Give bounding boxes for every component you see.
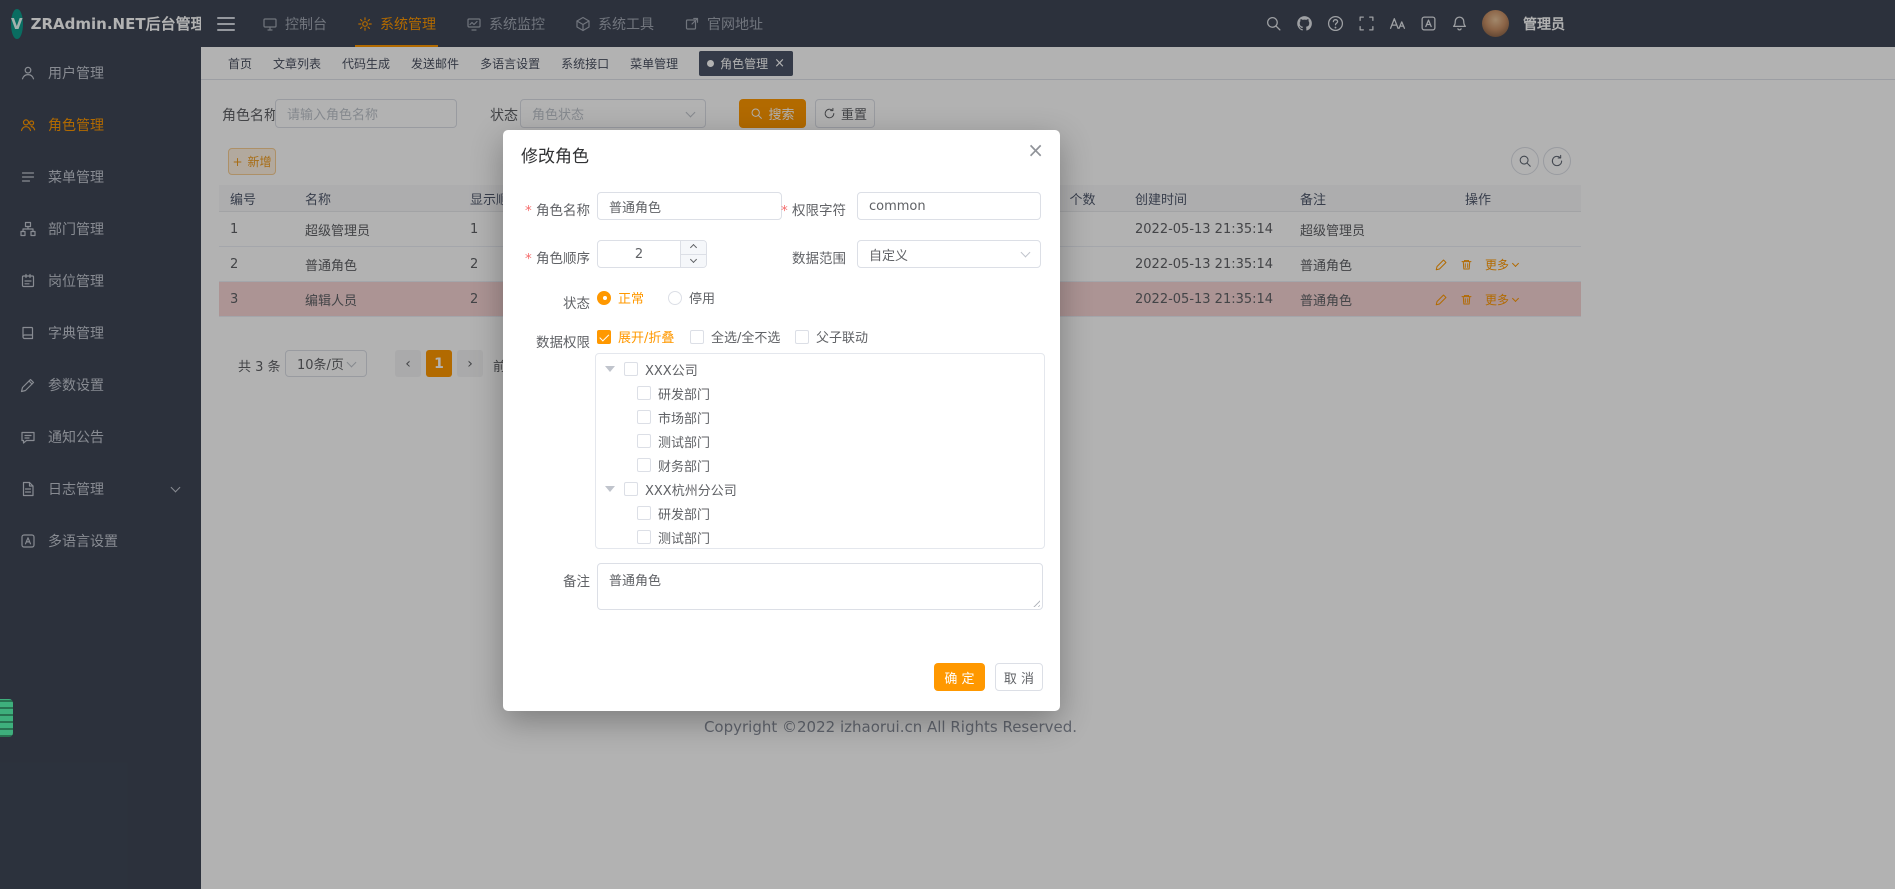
tree-node[interactable]: 测试部门 xyxy=(596,525,1044,549)
stepper-controls xyxy=(680,241,706,267)
checkbox-label: 全选/全不选 xyxy=(711,327,780,346)
tree-node[interactable]: 研发部门 xyxy=(596,501,1044,525)
checkbox-icon xyxy=(795,330,809,344)
checkbox-icon[interactable] xyxy=(637,386,651,400)
chevron-down-icon xyxy=(1021,248,1031,258)
role-name-label: 角色名称 xyxy=(510,199,590,219)
data-scope-label: 数据范围 xyxy=(766,247,846,267)
permission-tree: XXX公司 研发部门 市场部门 测试部门 财务部门 XXX杭州分公司 研发部门 xyxy=(595,353,1045,549)
role-key-label: 权限字符 xyxy=(766,199,846,219)
caret-down-icon[interactable] xyxy=(605,486,615,492)
tree-node[interactable]: 研发部门 xyxy=(596,381,1044,405)
dialog-title: 修改角色 xyxy=(521,142,589,167)
checkbox-icon[interactable] xyxy=(637,506,651,520)
tree-node-label: 研发部门 xyxy=(658,384,710,403)
tree-node-label: 测试部门 xyxy=(658,432,710,451)
role-order-value: 2 xyxy=(598,247,680,262)
checkbox-icon[interactable] xyxy=(624,362,638,376)
tree-node[interactable]: XXX杭州分公司 xyxy=(596,477,1044,501)
remark-label: 备注 xyxy=(510,570,590,590)
checkbox-select-all[interactable]: 全选/全不选 xyxy=(690,327,780,346)
floating-widget[interactable] xyxy=(0,699,13,737)
checkbox-icon[interactable] xyxy=(637,434,651,448)
role-key-value: common xyxy=(869,199,926,214)
role-name-value: 普通角色 xyxy=(609,197,661,216)
chevron-down-icon xyxy=(690,256,697,263)
increase-button[interactable] xyxy=(681,241,706,255)
edit-role-dialog: 修改角色 × 角色名称 普通角色 权限字符 common 角色顺序 2 数据范围… xyxy=(503,130,1060,711)
radio-label: 停用 xyxy=(689,288,715,307)
checkbox-expand-collapse[interactable]: 展开/折叠 xyxy=(597,327,674,346)
radio-disabled[interactable]: 停用 xyxy=(668,288,715,307)
data-permission-label: 数据权限 xyxy=(510,331,590,351)
tree-node-label: XXX杭州分公司 xyxy=(645,480,737,499)
caret-down-icon[interactable] xyxy=(605,366,615,372)
checkbox-icon[interactable] xyxy=(637,410,651,424)
chevron-up-icon xyxy=(690,244,697,251)
close-icon[interactable]: × xyxy=(1027,138,1044,162)
tree-node[interactable]: 市场部门 xyxy=(596,405,1044,429)
checkbox-icon[interactable] xyxy=(637,458,651,472)
radio-icon xyxy=(668,291,682,305)
tree-node-label: 测试部门 xyxy=(658,528,710,547)
confirm-button[interactable]: 确 定 xyxy=(934,663,985,691)
checkbox-label: 父子联动 xyxy=(816,327,868,346)
checkbox-parent-child-link[interactable]: 父子联动 xyxy=(795,327,868,346)
decrease-button[interactable] xyxy=(681,255,706,268)
resize-handle[interactable] xyxy=(1031,598,1040,607)
checkbox-icon[interactable] xyxy=(637,530,651,544)
radio-label: 正常 xyxy=(618,288,644,307)
data-scope-value: 自定义 xyxy=(869,245,908,264)
remark-value: 普通角色 xyxy=(609,574,661,589)
checkbox-label: 展开/折叠 xyxy=(618,327,674,346)
checkbox-icon[interactable] xyxy=(624,482,638,496)
tree-node-label: 市场部门 xyxy=(658,408,710,427)
tree-node[interactable]: XXX公司 xyxy=(596,357,1044,381)
status-label: 状态 xyxy=(510,292,590,312)
role-order-label: 角色顺序 xyxy=(510,247,590,267)
checkbox-icon xyxy=(597,330,611,344)
radio-normal[interactable]: 正常 xyxy=(597,288,644,307)
remark-textarea[interactable]: 普通角色 xyxy=(597,563,1043,610)
radio-icon xyxy=(597,291,611,305)
role-order-stepper[interactable]: 2 xyxy=(597,240,707,268)
role-name-input[interactable]: 普通角色 xyxy=(597,192,782,220)
tree-node[interactable]: 财务部门 xyxy=(596,453,1044,477)
role-key-input[interactable]: common xyxy=(857,192,1041,220)
tree-node-label: 研发部门 xyxy=(658,504,710,523)
tree-node[interactable]: 测试部门 xyxy=(596,429,1044,453)
checkbox-icon xyxy=(690,330,704,344)
data-scope-select[interactable]: 自定义 xyxy=(857,240,1041,268)
tree-node-label: XXX公司 xyxy=(645,360,698,379)
cancel-button[interactable]: 取 消 xyxy=(995,663,1043,691)
tree-node-label: 财务部门 xyxy=(658,456,710,475)
